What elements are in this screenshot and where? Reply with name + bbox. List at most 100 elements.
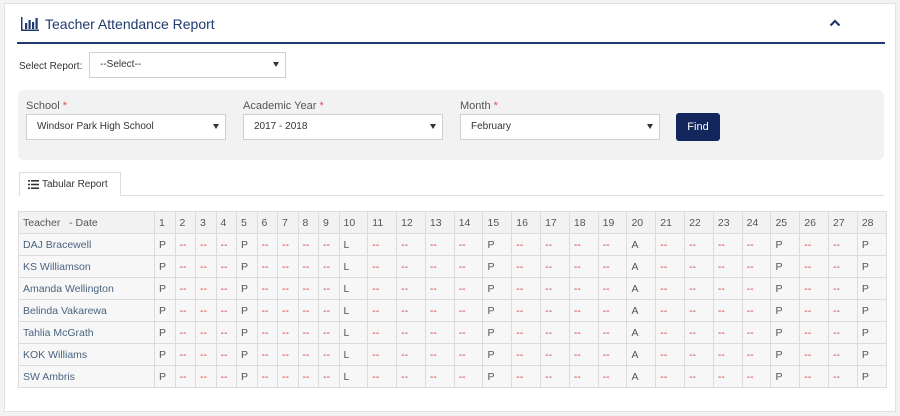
- attendance-mark: P: [154, 321, 176, 344]
- column-header-day: 27: [828, 211, 858, 234]
- attendance-mark: --: [195, 343, 217, 366]
- attendance-mark: --: [597, 277, 628, 300]
- attendance-mark: A: [626, 365, 657, 388]
- attendance-mark: --: [297, 321, 319, 344]
- column-header-day: 21: [655, 211, 686, 234]
- attendance-mark: --: [684, 343, 714, 366]
- column-header-day: 10: [338, 211, 369, 234]
- attendance-mark: P: [856, 365, 887, 388]
- find-button[interactable]: Find: [676, 113, 720, 141]
- attendance-mark: --: [215, 255, 237, 278]
- teacher-name: Tahlia McGrath: [18, 321, 155, 344]
- attendance-mark: --: [277, 277, 299, 300]
- school-select[interactable]: Windsor Park High School: [26, 114, 226, 140]
- table-header-row: Teacher - Date 1 2 3 4 5 6 7 8 9 10 11 12 13 14 15 16 17 1…: [18, 211, 887, 234]
- attendance-mark: --: [396, 343, 426, 366]
- attendance-mark: --: [256, 233, 278, 256]
- attendance-mark: --: [367, 343, 398, 366]
- attendance-mark: --: [297, 343, 319, 366]
- report-panel: Teacher Attendance Report Select Report:…: [4, 3, 896, 412]
- attendance-mark: --: [655, 277, 686, 300]
- column-header-day: 3: [195, 211, 217, 234]
- tab-label: Tabular Report: [42, 179, 108, 190]
- attendance-mark: --: [568, 277, 599, 300]
- attendance-mark: --: [828, 365, 858, 388]
- attendance-mark: P: [770, 365, 801, 388]
- attendance-mark: --: [799, 299, 830, 322]
- attendance-mark: --: [174, 277, 196, 300]
- attendance-mark: --: [424, 321, 455, 344]
- column-header-day: 6: [256, 211, 278, 234]
- caret-down-icon: [430, 124, 436, 129]
- month-select[interactable]: February: [460, 114, 660, 140]
- attendance-mark: --: [540, 233, 570, 256]
- attendance-mark: --: [597, 233, 628, 256]
- teacher-name: KOK Williams: [18, 343, 155, 366]
- attendance-mark: --: [174, 299, 196, 322]
- attendance-mark: --: [799, 277, 830, 300]
- attendance-mark: --: [174, 255, 196, 278]
- academic-year-select[interactable]: 2017 - 2018: [243, 114, 443, 140]
- column-header-day: 1: [154, 211, 176, 234]
- column-header-day: 25: [770, 211, 801, 234]
- attendance-mark: --: [741, 365, 772, 388]
- attendance-mark: --: [396, 365, 426, 388]
- attendance-mark: --: [828, 233, 858, 256]
- attendance-mark: P: [154, 343, 176, 366]
- attendance-mark: --: [453, 365, 484, 388]
- attendance-mark: --: [568, 365, 599, 388]
- teacher-name: Amanda Wellington: [18, 277, 155, 300]
- attendance-mark: --: [511, 233, 542, 256]
- attendance-mark: --: [424, 255, 455, 278]
- attendance-mark: --: [277, 255, 299, 278]
- report-select[interactable]: --Select--: [89, 52, 286, 78]
- attendance-mark: --: [597, 321, 628, 344]
- attendance-mark: --: [741, 299, 772, 322]
- attendance-mark: --: [655, 343, 686, 366]
- attendance-mark: --: [568, 255, 599, 278]
- attendance-mark: P: [770, 277, 801, 300]
- column-header-teacher-date: Teacher - Date: [18, 211, 155, 234]
- attendance-mark: --: [195, 233, 217, 256]
- attendance-mark: --: [511, 277, 542, 300]
- attendance-mark: --: [195, 365, 217, 388]
- attendance-mark: --: [828, 343, 858, 366]
- attendance-mark: --: [277, 233, 299, 256]
- attendance-mark: --: [655, 365, 686, 388]
- attendance-mark: --: [215, 277, 237, 300]
- attendance-mark: --: [655, 299, 686, 322]
- attendance-mark: --: [195, 299, 217, 322]
- attendance-mark: P: [482, 321, 513, 344]
- attendance-mark: L: [338, 321, 369, 344]
- table-row: Amanda Wellington P -- -- -- P -- -- -- -- L -- -- --…: [18, 277, 887, 300]
- attendance-mark: --: [712, 365, 743, 388]
- panel-header: Teacher Attendance Report: [17, 4, 885, 44]
- attendance-mark: P: [770, 299, 801, 322]
- attendance-mark: --: [684, 365, 714, 388]
- school-select-value: Windsor Park High School: [37, 121, 154, 132]
- tab-tabular-report[interactable]: Tabular Report: [19, 172, 121, 196]
- attendance-mark: --: [215, 321, 237, 344]
- teacher-name: DAJ Bracewell: [18, 233, 155, 256]
- attendance-mark: --: [297, 365, 319, 388]
- attendance-mark: --: [684, 321, 714, 344]
- attendance-mark: --: [828, 277, 858, 300]
- attendance-mark: --: [828, 299, 858, 322]
- attendance-mark: --: [424, 277, 455, 300]
- column-header-day: 16: [511, 211, 542, 234]
- attendance-mark: --: [568, 233, 599, 256]
- attendance-mark: --: [318, 365, 340, 388]
- attendance-mark: --: [712, 277, 743, 300]
- attendance-mark: P: [154, 255, 176, 278]
- attendance-mark: L: [338, 299, 369, 322]
- attendance-mark: A: [626, 299, 657, 322]
- attendance-mark: P: [154, 277, 176, 300]
- attendance-mark: --: [195, 321, 217, 344]
- attendance-mark: P: [236, 365, 258, 388]
- attendance-mark: P: [482, 255, 513, 278]
- attendance-mark: P: [154, 365, 176, 388]
- chevron-up-icon[interactable]: [829, 18, 841, 28]
- table-row: Tahlia McGrath P -- -- -- P -- -- -- -- L -- -- -- -- P…: [18, 321, 887, 344]
- attendance-mark: --: [655, 233, 686, 256]
- attendance-mark: P: [482, 277, 513, 300]
